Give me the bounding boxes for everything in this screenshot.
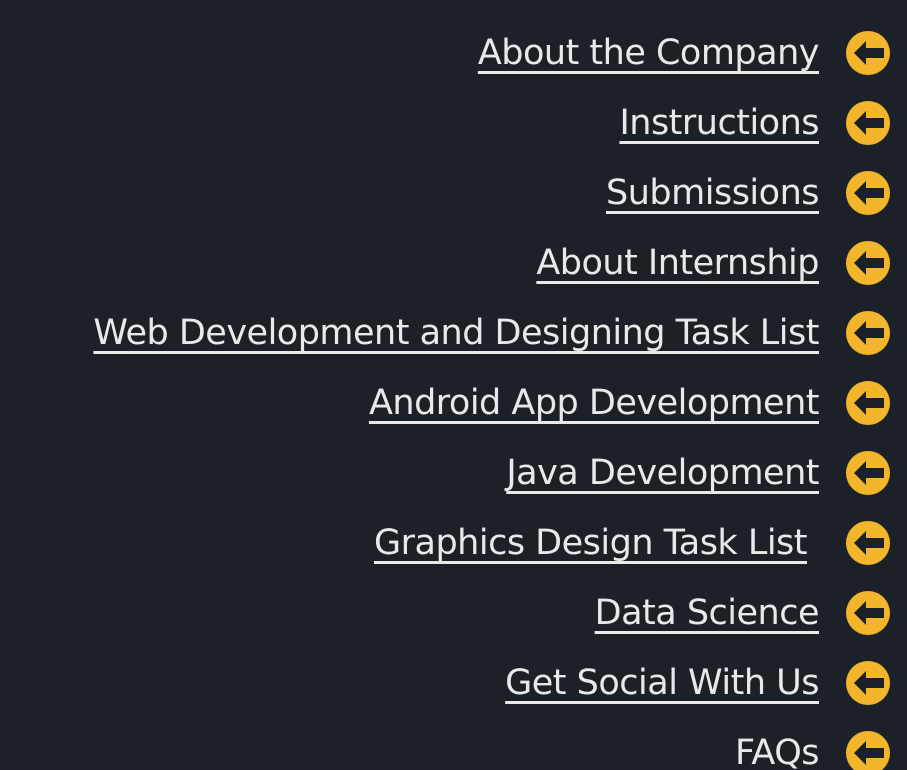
- menu-link-graphics-design[interactable]: Graphics Design Task List: [374, 523, 808, 563]
- arrow-left-icon[interactable]: [845, 380, 891, 426]
- menu-link-get-social[interactable]: Get Social With Us: [505, 663, 819, 703]
- menu-link-submissions[interactable]: Submissions: [606, 173, 819, 213]
- menu-item-graphics-design[interactable]: Graphics Design Task List: [0, 508, 907, 578]
- menu-item-web-development[interactable]: Web Development and Designing Task List: [0, 298, 907, 368]
- menu-link-web-development[interactable]: Web Development and Designing Task List: [93, 313, 819, 353]
- arrow-left-icon[interactable]: [845, 310, 891, 356]
- menu-item-instructions[interactable]: Instructions: [0, 88, 907, 158]
- menu-item-get-social[interactable]: Get Social With Us: [0, 648, 907, 718]
- menu-link-android-development[interactable]: Android App Development: [369, 383, 820, 423]
- arrow-left-icon[interactable]: [845, 240, 891, 286]
- menu-link-instructions[interactable]: Instructions: [619, 103, 819, 143]
- menu-link-about-company[interactable]: About the Company: [478, 33, 820, 73]
- menu-item-data-science[interactable]: Data Science: [0, 578, 907, 648]
- menu-item-submissions[interactable]: Submissions: [0, 158, 907, 228]
- arrow-left-icon[interactable]: [845, 520, 891, 566]
- menu-link-java-development[interactable]: Java Development: [506, 453, 819, 493]
- arrow-left-icon[interactable]: [845, 100, 891, 146]
- menu-item-android-development[interactable]: Android App Development: [0, 368, 907, 438]
- arrow-left-icon[interactable]: [845, 170, 891, 216]
- menu-item-faqs[interactable]: FAQs: [0, 718, 907, 770]
- menu-item-about-internship[interactable]: About Internship: [0, 228, 907, 298]
- menu-link-faqs[interactable]: FAQs: [735, 733, 820, 770]
- menu-item-java-development[interactable]: Java Development: [0, 438, 907, 508]
- menu-list: About the Company Instructions Submissio…: [0, 18, 907, 770]
- side-menu: About the Company Instructions Submissio…: [0, 0, 907, 770]
- arrow-left-icon[interactable]: [845, 30, 891, 76]
- menu-item-about-company[interactable]: About the Company: [0, 18, 907, 88]
- arrow-left-icon[interactable]: [845, 730, 891, 770]
- menu-link-about-internship[interactable]: About Internship: [536, 243, 819, 283]
- arrow-left-icon[interactable]: [845, 450, 891, 496]
- arrow-left-icon[interactable]: [845, 590, 891, 636]
- arrow-left-icon[interactable]: [845, 660, 891, 706]
- menu-link-data-science[interactable]: Data Science: [595, 593, 820, 633]
